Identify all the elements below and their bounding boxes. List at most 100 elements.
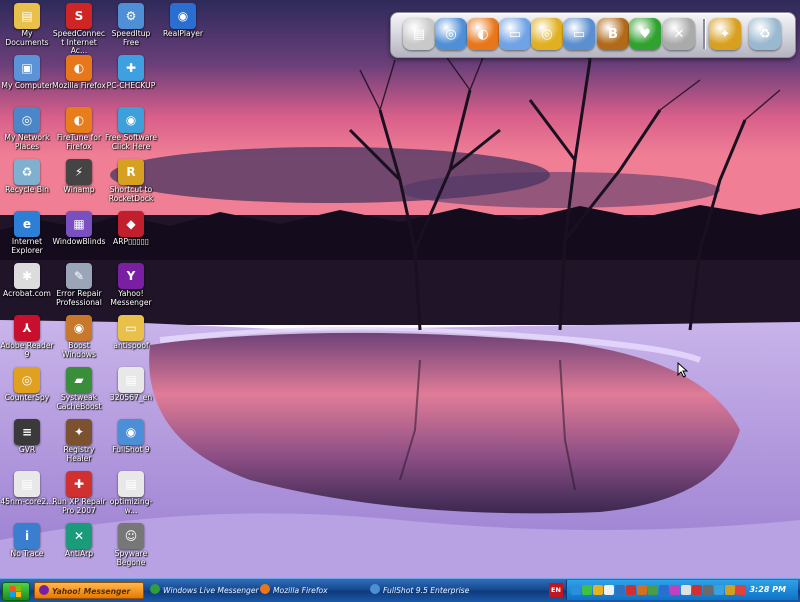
desktop-icon-label: PC-CHECKUP — [106, 81, 156, 90]
taskbar-button-label: Yahoo! Messenger — [52, 587, 131, 596]
taskbar-button[interactable]: Yahoo! Messenger — [34, 582, 144, 599]
tray-icon[interactable] — [615, 585, 625, 595]
desktop-icon[interactable]: ✕ AntiArp — [52, 523, 106, 559]
windows-logo-icon — [10, 585, 21, 597]
taskbar-button[interactable]: Mozilla Firefox — [256, 582, 366, 599]
antiarp-icon: ✕ — [66, 523, 92, 549]
heart-dock-icon[interactable]: ♥ — [629, 18, 661, 50]
tray-icon[interactable] — [692, 585, 702, 595]
tray-icon[interactable] — [582, 585, 592, 595]
windowblinds-icon: ▦ — [66, 211, 92, 237]
tray-icon[interactable] — [725, 585, 735, 595]
desktop[interactable]: ▤ My Documents ▣ My Computer ◎ My Network Pla… — [0, 0, 800, 578]
desktop-icon[interactable]: ◆ ARP▯▯▯▯▯ — [104, 211, 158, 247]
spyware-begone-icon: ☺ — [118, 523, 144, 549]
start-button[interactable] — [2, 582, 30, 601]
error-repair-icon: ✎ — [66, 263, 92, 289]
desktop-icon[interactable]: ▤ My Documents — [0, 3, 54, 47]
desktop-icon-label: SpeedItup Free — [111, 29, 151, 47]
desktop-icon[interactable]: ▤ optimizing-w... — [104, 471, 158, 515]
desktop-icon[interactable]: ✎ Error Repair Professional — [52, 263, 106, 307]
desktop-icon[interactable]: S SpeedConnect Internet Ac... — [52, 3, 106, 56]
desktop-icon[interactable]: ◎ My Network Places — [0, 107, 54, 151]
recycle-bin-icon: ♻ — [14, 159, 40, 185]
recycle-bin-dock-icon[interactable]: ♻ — [749, 18, 781, 50]
desktop-icon[interactable]: ▭ antispoof — [104, 315, 158, 351]
desktop-icon[interactable]: ◉ Boost Windows — [52, 315, 106, 359]
gvr-icon: ≡ — [14, 419, 40, 445]
desktop-icon[interactable]: ⚡ Winamp — [52, 159, 106, 195]
folder-documents-icon: ▤ — [14, 3, 40, 29]
desktop-icon[interactable]: ✚ Run XP Repair Pro 2007 — [52, 471, 106, 515]
desktop-icon-label: 45nm-core2... — [0, 497, 54, 506]
tray-icon[interactable] — [648, 585, 658, 595]
tray-icon[interactable] — [659, 585, 669, 595]
desktop-icon[interactable]: ◉ FullShot 9 — [104, 419, 158, 455]
desktop-icon[interactable]: i No Trace — [0, 523, 54, 559]
speeditup-icon: ⚙ — [118, 3, 144, 29]
desktop-icon[interactable]: ♻ Recycle Bin — [0, 159, 54, 195]
tray-icon[interactable] — [670, 585, 680, 595]
clock[interactable]: 3:28 PM — [749, 580, 786, 600]
taskbar-button[interactable]: FullShot 9.5 Enterprise — [366, 582, 486, 599]
tray-icon[interactable] — [681, 585, 691, 595]
taskbar-button-label: Mozilla Firefox — [273, 586, 328, 595]
desktop-icon[interactable]: ▤ 45nm-core2... — [0, 471, 54, 507]
counterspy-dock-icon[interactable]: ◎ — [531, 18, 563, 50]
desktop-icon[interactable]: ▰ Systweak CacheBoost — [52, 367, 106, 411]
desktop-icon-label: Internet Explorer — [11, 237, 43, 255]
firefox-dock-icon[interactable]: ◐ — [467, 18, 499, 50]
yahoo-messenger-icon: Y — [118, 263, 144, 289]
desktop-icon[interactable]: ⅄ Adobe Reader 9 — [0, 315, 54, 359]
tray-icon[interactable] — [571, 585, 581, 595]
tray-icon[interactable] — [714, 585, 724, 595]
tray-icon[interactable] — [604, 585, 614, 595]
dock-separator — [703, 19, 706, 49]
desktop-icon[interactable]: ◉ Free Software Click Here — [104, 107, 158, 151]
tools-dock-icon[interactable]: ✕ — [663, 18, 695, 50]
desktop-icon[interactable]: ◎ CounterSpy — [0, 367, 54, 403]
desktop-icon[interactable]: ☺ Spyware Begone — [104, 523, 158, 567]
tray-icon[interactable] — [703, 585, 713, 595]
network-globe-dock-icon[interactable]: ◎ — [435, 18, 467, 50]
desktop-icon[interactable]: ▤ 320567_en — [104, 367, 158, 403]
tray-icon[interactable] — [736, 585, 746, 595]
tray-icon[interactable] — [593, 585, 603, 595]
desktop-icon[interactable]: R Shortcut to RocketDock — [104, 159, 158, 203]
taskbar-button[interactable]: Windows Live Messenger — [146, 582, 259, 599]
language-indicator[interactable]: EN — [549, 583, 563, 597]
desktop-icon[interactable]: ◉ RealPlayer — [156, 3, 210, 39]
desktop-icon-label: My Network Places — [4, 133, 50, 151]
desktop-icon[interactable]: ▣ My Computer — [0, 55, 54, 91]
desktop-icon[interactable]: ✚ PC-CHECKUP — [104, 55, 158, 91]
tray-icon[interactable] — [626, 585, 636, 595]
desktop-icon[interactable]: ✦ Registry Healer — [52, 419, 106, 463]
folder-dock-icon[interactable]: ▭ — [499, 18, 531, 50]
desktop-icon[interactable]: Y Yahoo! Messenger — [104, 263, 158, 307]
folder-open-dock-icon[interactable]: ▭ — [563, 18, 595, 50]
documents-dock-icon[interactable]: ▤ — [403, 18, 435, 50]
desktop-icon-label: ARP▯▯▯▯▯ — [113, 237, 149, 246]
desktop-icon[interactable]: ⚙ SpeedItup Free — [104, 3, 158, 47]
desktop-icon[interactable]: ✱ Acrobat.com — [0, 263, 54, 299]
desktop-icon[interactable]: ◐ FireTune for Firefox — [52, 107, 106, 151]
system-tray: 3:28 PM — [566, 580, 798, 600]
windowblinds-dock-icon[interactable]: B — [597, 18, 629, 50]
desktop-icon[interactable]: ▦ WindowBlinds — [52, 211, 106, 247]
pdf-icon: ▤ — [118, 471, 144, 497]
arp-shield-icon: ◆ — [118, 211, 144, 237]
desktop-icon-label: SpeedConnect Internet Ac... — [52, 29, 106, 56]
desktop-icon-label: Registry Healer — [63, 445, 95, 463]
hammer-dock-icon[interactable]: ✦ — [709, 18, 741, 50]
desktop-icon-label: Spyware Begone — [114, 549, 148, 567]
desktop-icon[interactable]: ◐ Mozilla Firefox — [52, 55, 106, 91]
no-trace-icon: i — [14, 523, 40, 549]
desktop-icon-label: antispoof — [113, 341, 149, 350]
desktop-icon[interactable]: ≡ GVR — [0, 419, 54, 455]
firefox-icon: ◐ — [66, 55, 92, 81]
desktop-icon-label: Error Repair Professional — [56, 289, 102, 307]
yahoo-task-icon — [39, 585, 49, 595]
tray-icon[interactable] — [637, 585, 647, 595]
firefox-task-icon — [260, 584, 270, 594]
desktop-icon[interactable]: e Internet Explorer — [0, 211, 54, 255]
